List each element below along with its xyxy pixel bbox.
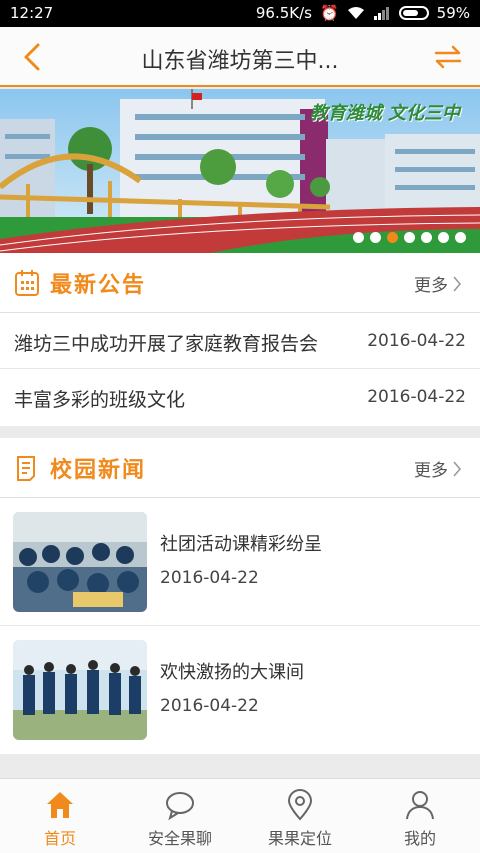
carousel-dot[interactable] <box>421 232 432 243</box>
chat-icon <box>166 792 194 821</box>
notices-more-label: 更多 <box>414 276 448 296</box>
news-date: 2016-04-22 <box>160 696 259 716</box>
network-speed: 96.5K/s <box>255 4 312 22</box>
banner-carousel[interactable]: 教育潍城 文化三中 <box>0 89 480 253</box>
document-icon <box>17 456 35 481</box>
tab-home[interactable]: 首页 <box>0 779 120 853</box>
person-icon <box>406 791 434 820</box>
notice-date: 2016-04-22 <box>367 387 466 407</box>
status-bar: 12:27 96.5K/s ⏰ 59% <box>0 0 480 27</box>
news-more-link[interactable]: 更多 <box>414 456 462 481</box>
notice-title: 潍坊三中成功开展了家庭教育报告会 <box>14 333 319 355</box>
bottom-tab-bar: 首页 安全果聊 果果定位 我的 <box>0 778 480 853</box>
news-title-text: 社团活动课精彩纷呈 <box>160 534 322 555</box>
news-title: 校园新闻 <box>50 458 147 483</box>
notice-item[interactable]: 潍坊三中成功开展了家庭教育报告会 2016-04-22 <box>0 313 480 369</box>
status-right: 96.5K/s ⏰ 59% <box>256 4 470 22</box>
wifi-icon <box>347 7 364 19</box>
page-title: 山东省潍坊第三中... <box>141 49 339 74</box>
status-time: 12:27 <box>10 4 54 22</box>
news-more-label: 更多 <box>414 461 448 481</box>
battery-icon <box>398 6 429 20</box>
carousel-dot[interactable] <box>404 232 415 243</box>
alarm-icon: ⏰ <box>319 4 339 22</box>
carousel-dot[interactable] <box>353 232 364 243</box>
tab-label: 果果定位 <box>267 829 332 848</box>
notices-section: 最新公告 更多 潍坊三中成功开展了家庭教育报告会 2016-04-22 丰富多彩… <box>0 253 480 426</box>
banner-slogan: 教育潍城 文化三中 <box>309 103 460 124</box>
carousel-dot[interactable] <box>370 232 381 243</box>
news-title-text: 欢快激扬的大课间 <box>160 662 304 683</box>
notice-item[interactable]: 丰富多彩的班级文化 2016-04-22 <box>0 369 480 425</box>
notices-more-link[interactable]: 更多 <box>414 271 462 296</box>
notices-header: 最新公告 更多 <box>0 253 480 313</box>
carousel-dot[interactable] <box>455 232 466 243</box>
battery-percent: 59% <box>436 4 470 22</box>
home-icon <box>47 792 73 818</box>
news-section: 校园新闻 更多 社团活动课精彩纷呈 2016-04-22 欢快激扬的大课间 20… <box>0 438 480 754</box>
carousel-dot[interactable] <box>438 232 449 243</box>
news-item[interactable]: 欢快激扬的大课间 2016-04-22 <box>0 626 480 754</box>
carousel-dot[interactable] <box>387 232 398 243</box>
app-screen: 12:27 96.5K/s ⏰ 59% 山东省潍坊第三中... 教育潍城 文化三… <box>0 0 480 853</box>
title-bar: 山东省潍坊第三中... <box>0 27 480 87</box>
tab-profile[interactable]: 我的 <box>360 779 480 853</box>
tab-label: 安全果聊 <box>147 829 212 848</box>
tab-label: 我的 <box>403 829 436 848</box>
signal-icon <box>373 7 389 20</box>
location-pin-icon <box>287 789 313 821</box>
notice-title: 丰富多彩的班级文化 <box>14 389 186 411</box>
tab-label: 首页 <box>43 829 76 848</box>
carousel-indicator <box>353 232 466 243</box>
switch-arrows-icon[interactable] <box>432 41 464 73</box>
news-thumbnail <box>13 512 147 612</box>
calendar-icon <box>15 270 39 296</box>
notices-title: 最新公告 <box>50 273 147 298</box>
notice-date: 2016-04-22 <box>367 331 466 351</box>
news-header: 校园新闻 更多 <box>0 438 480 498</box>
news-thumbnail <box>13 640 147 740</box>
news-date: 2016-04-22 <box>160 568 259 588</box>
tab-location[interactable]: 果果定位 <box>240 779 360 853</box>
chevron-right-icon <box>453 460 462 477</box>
news-item[interactable]: 社团活动课精彩纷呈 2016-04-22 <box>0 498 480 626</box>
tab-chat[interactable]: 安全果聊 <box>120 779 240 853</box>
chevron-right-icon <box>453 275 462 292</box>
